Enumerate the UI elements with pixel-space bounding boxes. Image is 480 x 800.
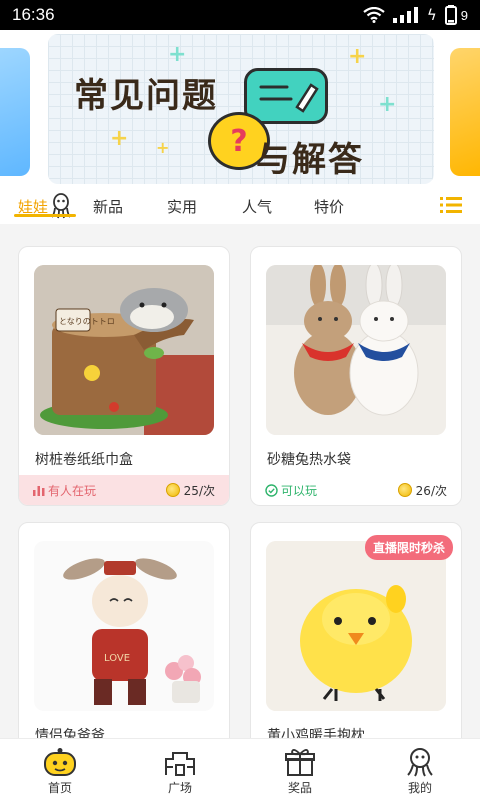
sparkle-icon: + xyxy=(348,44,367,69)
banner-carousel[interactable]: + + + + + ? 常见问题 与解答 xyxy=(0,30,480,188)
status-time: 16:36 xyxy=(12,5,55,24)
app-screen: 16:36 ϟ 9 + + + + + ? 常见问题 与解答 娃娃 新品 实用 … xyxy=(0,0,480,800)
plaza-icon xyxy=(165,752,195,776)
speech-bubble-icon xyxy=(244,68,328,124)
product-card[interactable]: 直播限时秒杀 黄小鸡暖手抱枕 xyxy=(250,522,462,762)
status-bar: 16:36 ϟ 9 xyxy=(0,0,480,30)
tab-special-price[interactable]: 特价 xyxy=(314,188,344,224)
banner-title-line2: 与解答 xyxy=(256,140,364,180)
play-status-text: 可以玩 xyxy=(281,483,318,498)
product-name: 树桩卷纸纸巾盒 xyxy=(35,452,133,468)
play-status: 有人在玩 xyxy=(33,482,96,499)
signal-icon xyxy=(392,7,418,23)
sparkle-icon: + xyxy=(168,42,187,67)
sparkle-icon: + xyxy=(378,92,397,117)
product-grid: となりのトトロ 树桩卷纸纸巾盒 有人在玩 25/次 砂糖兔热水袋 可以玩 26/… xyxy=(0,224,480,800)
flash-sale-badge: 直播限时秒杀 xyxy=(364,535,453,560)
battery-level: 9 xyxy=(460,7,468,23)
product-image: となりのトトロ xyxy=(34,265,214,435)
status-icons: ϟ 9 xyxy=(363,5,468,25)
tab-new[interactable]: 新品 xyxy=(93,188,123,224)
faq-banner[interactable]: + + + + + ? 常见问题 与解答 xyxy=(48,34,434,184)
battery-icon xyxy=(444,5,457,25)
category-tabs: 娃娃 新品 实用 人气 特价 xyxy=(0,188,480,224)
product-image-label: LOVE xyxy=(104,653,130,664)
active-tab-indicator xyxy=(14,214,77,217)
banner-next-slide[interactable] xyxy=(450,48,480,176)
yellow-chick-pillow-image xyxy=(266,541,446,711)
charging-icon: ϟ xyxy=(426,6,437,24)
price: 26/次 xyxy=(397,482,447,499)
price-text: 26/次 xyxy=(415,483,447,498)
price-text: 25/次 xyxy=(183,483,215,498)
nav-profile[interactable]: 我的 xyxy=(360,739,480,800)
battery: 9 xyxy=(444,5,468,25)
bar-chart-icon xyxy=(33,486,45,496)
product-footer: 可以玩 26/次 xyxy=(251,475,461,505)
bottom-navigation: 首页 广场 奖品 我的 xyxy=(0,738,480,800)
sparkle-icon: + xyxy=(110,126,129,151)
play-status: 可以玩 xyxy=(265,482,317,499)
coin-icon xyxy=(397,483,412,497)
product-image-label: となりのトトロ xyxy=(59,317,115,326)
nav-label: 广场 xyxy=(167,781,192,795)
question-mark: ? xyxy=(230,123,248,159)
nav-label: 我的 xyxy=(407,781,432,795)
home-robot-icon xyxy=(44,748,76,776)
couple-rabbit-dad-image: LOVE xyxy=(34,541,214,711)
tab-label: 实用 xyxy=(167,197,198,216)
product-image xyxy=(266,265,446,435)
nav-label: 奖品 xyxy=(287,781,312,795)
gift-icon xyxy=(285,749,315,776)
product-card[interactable]: 砂糖兔热水袋 可以玩 26/次 xyxy=(250,246,462,506)
nav-plaza[interactable]: 广场 xyxy=(120,739,240,800)
product-image: LOVE xyxy=(34,541,214,711)
nav-home[interactable]: 首页 xyxy=(0,739,120,800)
sparkle-icon: + xyxy=(156,138,170,157)
check-circle-icon xyxy=(265,483,278,497)
coin-icon xyxy=(165,483,180,497)
tab-label: 人气 xyxy=(242,197,273,216)
tab-practical[interactable]: 实用 xyxy=(167,188,197,224)
product-card[interactable]: LOVE 情侣兔爸爸 xyxy=(18,522,230,762)
tab-label: 新品 xyxy=(93,197,124,216)
tab-label: 特价 xyxy=(314,197,345,216)
nav-prizes[interactable]: 奖品 xyxy=(240,739,360,800)
product-card[interactable]: となりのトトロ 树桩卷纸纸巾盒 有人在玩 25/次 xyxy=(18,246,230,506)
octopus-icon xyxy=(407,748,433,777)
play-status-text: 有人在玩 xyxy=(48,483,97,498)
banner-prev-slide[interactable] xyxy=(0,48,30,176)
product-name: 砂糖兔热水袋 xyxy=(267,452,351,468)
list-menu-icon[interactable] xyxy=(440,196,462,214)
tree-stump-tissue-box-image: となりのトトロ xyxy=(34,265,214,435)
banner-title-line1: 常见问题 xyxy=(74,76,218,116)
tab-popular[interactable]: 人气 xyxy=(242,188,272,224)
tab-dolls[interactable]: 娃娃 xyxy=(14,188,77,224)
wifi-icon xyxy=(363,7,385,23)
price: 25/次 xyxy=(165,482,215,499)
pencil-icon xyxy=(259,83,319,113)
sugar-rabbit-hot-water-bag-image xyxy=(266,265,446,435)
nav-label: 首页 xyxy=(47,781,72,795)
product-image xyxy=(266,541,446,711)
product-footer: 有人在玩 25/次 xyxy=(19,475,229,505)
